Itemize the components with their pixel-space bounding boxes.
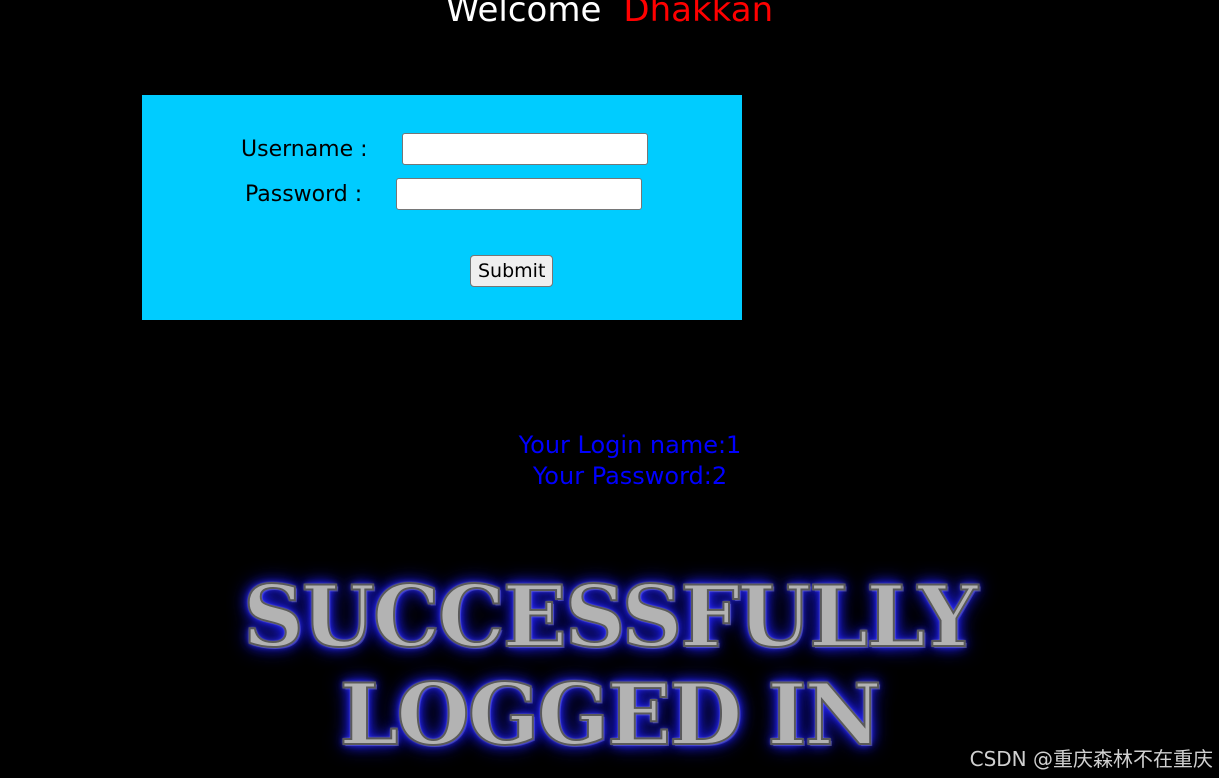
password-input[interactable]	[396, 178, 643, 210]
password-row: Password :	[245, 178, 643, 210]
submit-button[interactable]: Submit	[470, 255, 554, 287]
banner-line-1: SUCCESSFULLY	[242, 567, 979, 667]
login-form: Username : Password : Submit	[142, 95, 742, 320]
password-label: Password :	[245, 181, 363, 207]
success-banner: SUCCESSFULLY LOGGED IN	[0, 567, 1219, 765]
login-name-text: Your Login name:1	[518, 431, 742, 459]
username-input[interactable]	[401, 133, 648, 165]
username-label: Username :	[241, 136, 368, 162]
welcome-label: Welcome	[445, 0, 602, 30]
user-name: Dhakkan	[623, 0, 774, 30]
login-result: Your Login name:1 Your Password:2	[330, 430, 930, 492]
watermark: CSDN @重庆森林不在重庆	[969, 747, 1213, 771]
page: Welcome Dhakkan Username : Password : Sub…	[0, 0, 1219, 778]
password-text: Your Password:2	[532, 462, 728, 490]
username-row: Username :	[241, 133, 648, 165]
welcome-heading: Welcome Dhakkan	[0, 0, 1219, 30]
